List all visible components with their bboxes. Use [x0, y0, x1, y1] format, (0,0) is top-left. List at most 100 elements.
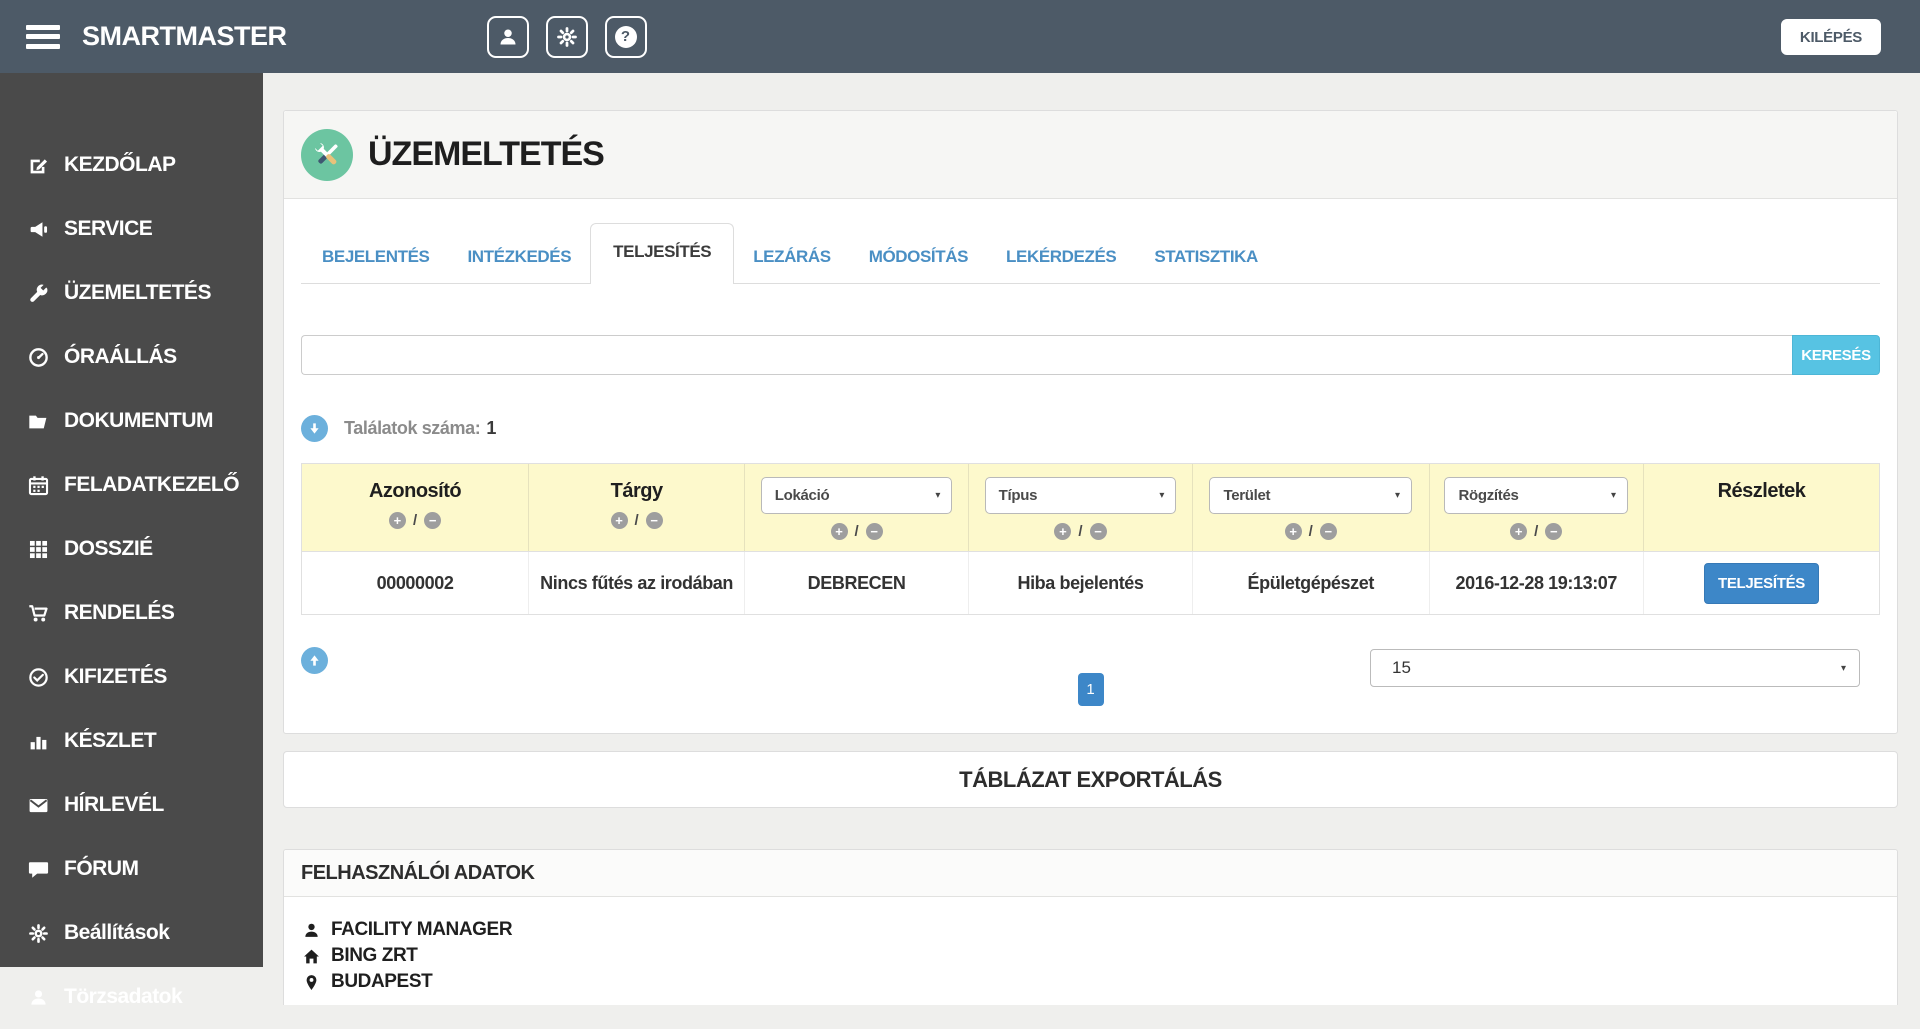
search-button[interactable]: KERESÉS	[1792, 335, 1880, 375]
edit-icon	[26, 155, 50, 176]
cell-reszletek: TELJESÍTÉS	[1644, 552, 1879, 614]
tab-bejelentes[interactable]: BEJELENTÉS	[303, 233, 448, 283]
sort-desc-icon[interactable]: −	[1545, 523, 1562, 540]
search-row: KERESÉS	[301, 335, 1880, 375]
page-size-value: 15	[1392, 658, 1411, 678]
sidebar-item-kifizetes[interactable]: KIFIZETÉS	[0, 645, 263, 709]
sort-desc-icon[interactable]: −	[866, 523, 883, 540]
sort-asc-icon[interactable]: +	[389, 512, 406, 529]
cell-targy: Nincs fűtés az irodában	[529, 552, 745, 614]
settings-button[interactable]	[546, 16, 588, 58]
tab-intezkedes[interactable]: INTÉZKEDÉS	[448, 233, 590, 283]
list-item: BUDAPEST	[301, 969, 1880, 995]
user-panel-body: FACILITY MANAGER BING ZRT BUDAPEST	[284, 897, 1897, 1005]
tab-lezaras[interactable]: LEZÁRÁS	[734, 233, 849, 283]
chevron-down-icon: ▾	[1159, 490, 1164, 501]
sort-controls: + / −	[1285, 523, 1337, 540]
sidebar-item-feladatkezelo[interactable]: FELADATKEZELŐ	[0, 453, 263, 517]
sidebar-item-label: ÓRAÁLLÁS	[64, 345, 177, 369]
sidebar-item-rendeles[interactable]: RENDELÉS	[0, 581, 263, 645]
sidebar-item-oraallas[interactable]: ÓRAÁLLÁS	[0, 325, 263, 389]
column-header-lokacio: Lokáció ▾ + / −	[745, 464, 969, 551]
sidebar-item-label: HÍRLEVÉL	[64, 793, 164, 817]
terulet-filter-select[interactable]: Terület ▾	[1209, 477, 1412, 514]
sidebar-item-label: FÓRUM	[64, 857, 139, 881]
chevron-down-icon: ▾	[1611, 490, 1616, 501]
export-table-button[interactable]: TÁBLÁZAT EXPORTÁLÁS	[283, 751, 1898, 808]
sort-asc-icon[interactable]: +	[1054, 523, 1071, 540]
home-icon	[301, 948, 321, 965]
tab-modositas[interactable]: MÓDOSÍTÁS	[850, 233, 987, 283]
lokacio-filter-select[interactable]: Lokáció ▾	[761, 477, 953, 514]
arrow-circle-up-icon[interactable]	[301, 647, 328, 674]
cart-icon	[26, 603, 50, 624]
column-header-terulet: Terület ▾ + / −	[1193, 464, 1430, 551]
gear-icon	[557, 27, 577, 47]
sidebar-item-kezdolap[interactable]: KEZDŐLAP	[0, 133, 263, 197]
topbar-icons: ?	[487, 16, 647, 58]
help-button[interactable]: ?	[605, 16, 647, 58]
sort-desc-icon[interactable]: −	[424, 512, 441, 529]
grid-icon	[26, 539, 50, 560]
sidebar-item-label: ÜZEMELTETÉS	[64, 281, 211, 305]
results-table: Azonosító + / − Tárgy + / −	[301, 463, 1880, 615]
tab-statisztika[interactable]: STATISZTIKA	[1135, 233, 1277, 283]
uzemeltetes-module-icon	[301, 129, 353, 181]
megaphone-icon	[26, 219, 50, 240]
sidebar-item-uzemeltetes[interactable]: ÜZEMELTETÉS	[0, 261, 263, 325]
sort-asc-icon[interactable]: +	[831, 523, 848, 540]
sidebar-item-forum[interactable]: FÓRUM	[0, 837, 263, 901]
page-1-button[interactable]: 1	[1078, 673, 1104, 706]
wrench-icon	[26, 283, 50, 304]
column-header-targy: Tárgy + / −	[529, 464, 745, 551]
page-size-select[interactable]: 15 ▾	[1370, 649, 1860, 687]
column-header-reszletek: Részletek	[1644, 464, 1879, 551]
user-icon	[26, 988, 50, 1007]
sidebar-item-hirlevel[interactable]: HÍRLEVÉL	[0, 773, 263, 837]
user-icon	[301, 922, 321, 939]
calendar-icon	[26, 475, 50, 496]
sort-desc-icon[interactable]: −	[646, 512, 663, 529]
sort-controls: + / −	[1054, 523, 1106, 540]
tipus-filter-select[interactable]: Típus ▾	[985, 477, 1177, 514]
sidebar-item-keszlet[interactable]: KÉSZLET	[0, 709, 263, 773]
cell-tipus: Hiba bejelentés	[969, 552, 1193, 614]
tab-teljesites[interactable]: TELJESÍTÉS	[590, 223, 734, 284]
sort-desc-icon[interactable]: −	[1090, 523, 1107, 540]
list-item: FACILITY MANAGER	[301, 917, 1880, 943]
sort-controls: + / −	[831, 523, 883, 540]
user-button[interactable]	[487, 16, 529, 58]
sidebar-item-label: SERVICE	[64, 217, 152, 241]
uzemeltetes-panel: ÜZEMELTETÉS BEJELENTÉS INTÉZKEDÉS TELJES…	[283, 110, 1898, 734]
chevron-down-icon: ▾	[1395, 490, 1400, 501]
menu-icon[interactable]	[26, 25, 60, 49]
sort-desc-icon[interactable]: −	[1320, 523, 1337, 540]
logout-button[interactable]: KILÉPÉS	[1781, 19, 1881, 55]
cell-azonosito: 00000002	[302, 552, 529, 614]
tab-lekerdezes[interactable]: LEKÉRDEZÉS	[987, 233, 1135, 283]
sidebar-item-torzsadatok[interactable]: Törzsadatok	[0, 965, 263, 1029]
gear-icon	[26, 924, 50, 943]
sidebar-item-dosszie[interactable]: DOSSZIÉ	[0, 517, 263, 581]
teljesites-button[interactable]: TELJESÍTÉS	[1704, 563, 1819, 604]
sort-asc-icon[interactable]: +	[611, 512, 628, 529]
sort-asc-icon[interactable]: +	[1285, 523, 1302, 540]
panel-body: BEJELENTÉS INTÉZKEDÉS TELJESÍTÉS LEZÁRÁS…	[284, 223, 1897, 733]
sort-controls: + / −	[389, 512, 441, 529]
chevron-down-icon: ▾	[935, 490, 940, 501]
sort-controls: + / −	[1510, 523, 1562, 540]
arrow-circle-down-icon[interactable]	[301, 415, 328, 442]
sidebar-item-service[interactable]: SERVICE	[0, 197, 263, 261]
help-icon: ?	[615, 26, 637, 48]
list-item: BING ZRT	[301, 943, 1880, 969]
column-header-azonosito: Azonosító + / −	[302, 464, 529, 551]
sidebar-item-beallitasok[interactable]: Beállítások	[0, 901, 263, 965]
sidebar-item-dokumentum[interactable]: DOKUMENTUM	[0, 389, 263, 453]
envelope-icon	[26, 795, 50, 816]
column-header-rogzites: Rögzítés ▾ + / −	[1430, 464, 1644, 551]
sort-asc-icon[interactable]: +	[1510, 523, 1527, 540]
rogzites-filter-select[interactable]: Rögzítés ▾	[1444, 477, 1628, 514]
sidebar-item-label: KIFIZETÉS	[64, 665, 167, 689]
search-input[interactable]	[301, 335, 1792, 375]
pin-icon	[301, 974, 321, 991]
